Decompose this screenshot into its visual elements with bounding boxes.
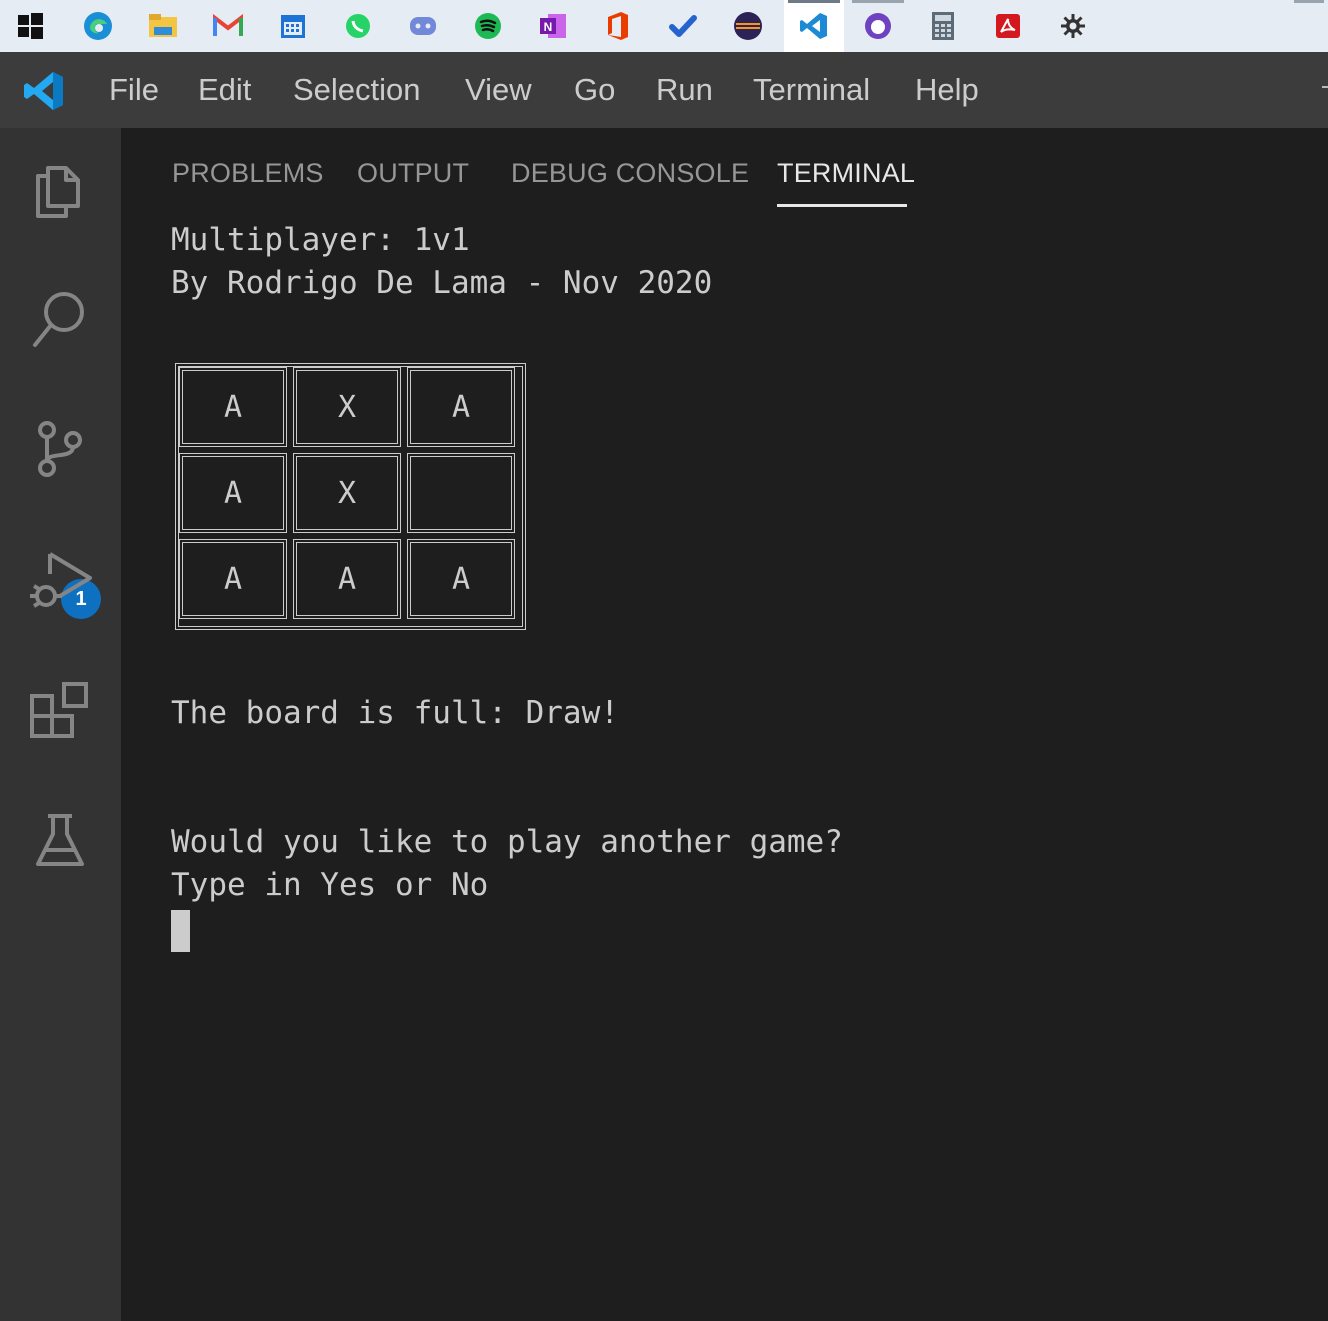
menu-help[interactable]: Help	[915, 72, 979, 108]
terminal-line-instructions: Type in Yes or No	[171, 867, 489, 903]
window-control-minimize[interactable]	[1322, 86, 1328, 88]
tab-terminal[interactable]: TERMINAL	[777, 158, 915, 189]
board-cell: A	[179, 539, 287, 619]
tic-tac-toe-board: A X A A X A A A	[175, 363, 526, 630]
extensions-icon[interactable]	[26, 674, 94, 742]
github-desktop-icon[interactable]	[848, 0, 908, 52]
gmail-icon[interactable]	[198, 0, 258, 52]
terminal-cursor[interactable]	[171, 910, 190, 952]
taskbar-overflow[interactable]	[1290, 0, 1328, 52]
menu-terminal[interactable]: Terminal	[753, 72, 870, 108]
tab-problems[interactable]: PROBLEMS	[172, 158, 324, 189]
settings-icon[interactable]	[1043, 0, 1103, 52]
board-cell: A	[293, 539, 401, 619]
terminal-line-result: The board is full: Draw!	[171, 695, 619, 731]
office-icon[interactable]	[588, 0, 648, 52]
board-cell: A	[407, 539, 515, 619]
terminal-panel: PROBLEMS OUTPUT DEBUG CONSOLE TERMINAL M…	[121, 128, 1328, 1321]
menu-file[interactable]: File	[109, 72, 159, 108]
eclipse-icon[interactable]	[718, 0, 778, 52]
menu-view[interactable]: View	[465, 72, 532, 108]
active-tab-indicator	[777, 204, 907, 207]
board-cell: A	[407, 367, 515, 447]
edge-icon[interactable]	[68, 0, 128, 52]
windows-start-icon[interactable]	[0, 0, 60, 52]
run-debug-icon[interactable]	[26, 544, 94, 612]
spotify-icon[interactable]	[458, 0, 518, 52]
vscode-icon[interactable]	[784, 0, 844, 52]
source-control-icon[interactable]	[26, 414, 94, 482]
vscode-logo-icon	[22, 69, 66, 113]
testing-icon[interactable]	[26, 804, 94, 872]
board-cell: A	[179, 367, 287, 447]
acrobat-icon[interactable]	[978, 0, 1038, 52]
svg-text:N: N	[544, 20, 553, 34]
board-cell	[407, 453, 515, 533]
terminal-line-title: Multiplayer: 1v1	[171, 222, 470, 258]
tab-output[interactable]: OUTPUT	[357, 158, 469, 189]
search-icon[interactable]	[26, 284, 94, 352]
explorer-icon[interactable]	[26, 154, 94, 222]
board-cell: X	[293, 453, 401, 533]
discord-icon[interactable]	[393, 0, 453, 52]
whatsapp-icon[interactable]	[328, 0, 388, 52]
onenote-icon[interactable]: N	[523, 0, 583, 52]
todo-icon[interactable]	[653, 0, 713, 52]
file-explorer-icon[interactable]	[133, 0, 193, 52]
board-cell: A	[179, 453, 287, 533]
tab-debug-console[interactable]: DEBUG CONSOLE	[511, 158, 749, 189]
activity-bar: 1	[0, 128, 121, 1321]
terminal-line-prompt: Would you like to play another game?	[171, 824, 843, 860]
menu-selection[interactable]: Selection	[293, 72, 421, 108]
windows-taskbar: N	[0, 0, 1328, 52]
terminal-line-author: By Rodrigo De Lama - Nov 2020	[171, 265, 713, 301]
menu-go[interactable]: Go	[574, 72, 615, 108]
menu-edit[interactable]: Edit	[198, 72, 251, 108]
calendar-icon[interactable]	[263, 0, 323, 52]
board-cell: X	[293, 367, 401, 447]
menu-bar: File Edit Selection View Go Run Terminal…	[0, 52, 1328, 128]
menu-run[interactable]: Run	[656, 72, 713, 108]
calculator-icon[interactable]	[913, 0, 973, 52]
